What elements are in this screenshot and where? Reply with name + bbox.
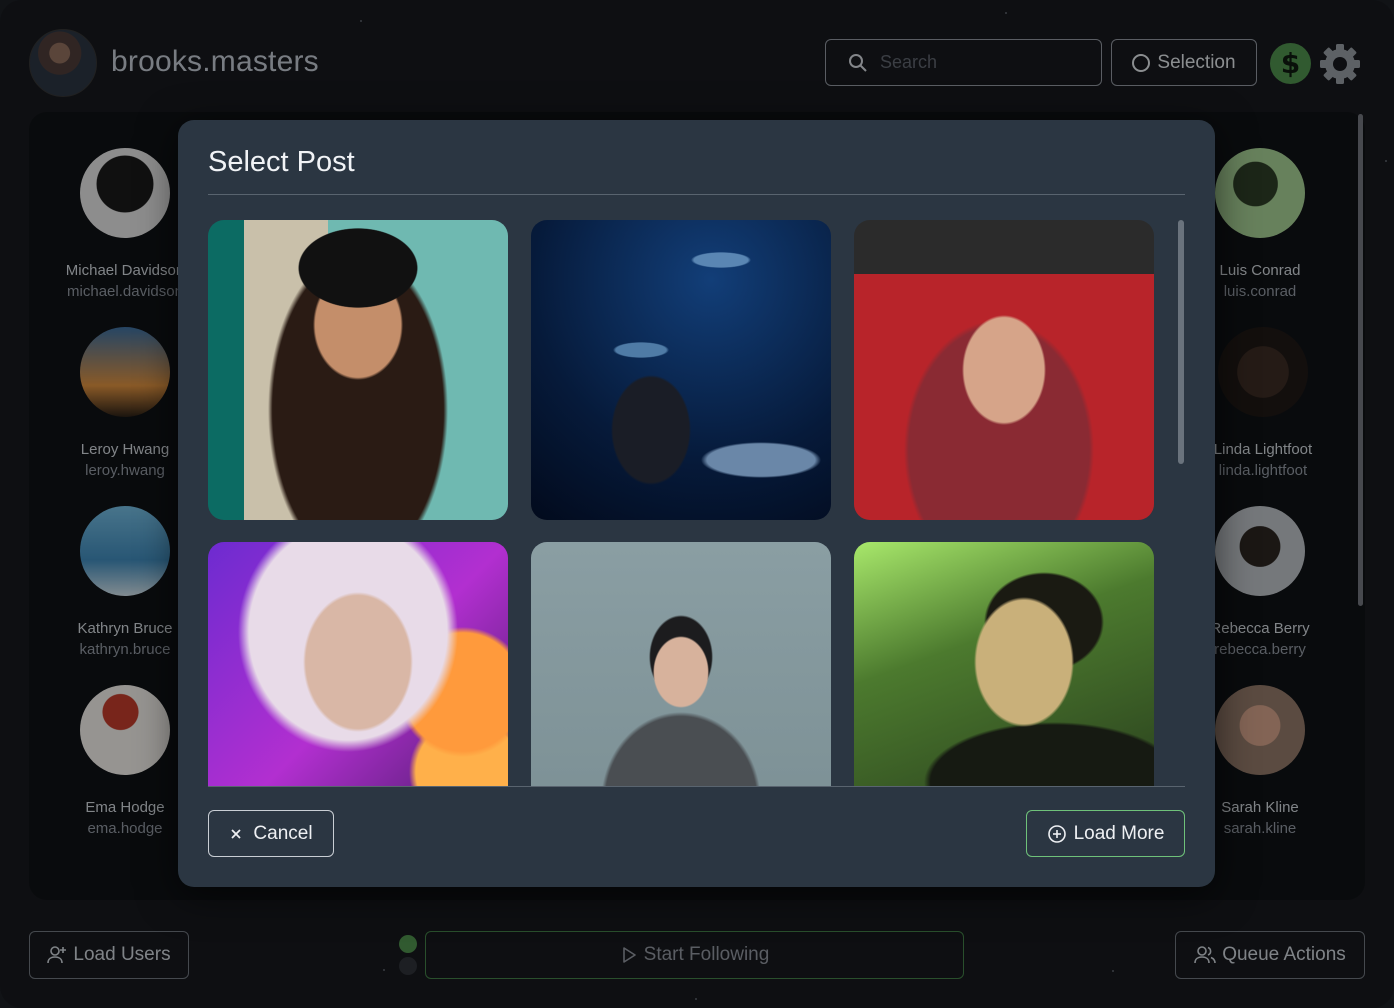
modal-title: Select Post <box>208 146 355 178</box>
modal-scrollbar[interactable] <box>1178 220 1184 464</box>
post-thumbnail[interactable] <box>531 220 831 520</box>
cancel-label: Cancel <box>253 822 313 844</box>
close-icon <box>231 828 242 839</box>
divider <box>208 194 1185 195</box>
load-more-button[interactable]: Load More <box>1026 810 1185 857</box>
cancel-button[interactable]: Cancel <box>208 810 334 857</box>
divider <box>208 786 1185 787</box>
load-more-label: Load More <box>1073 822 1165 844</box>
post-thumbnail[interactable] <box>531 542 831 786</box>
post-grid <box>208 220 1168 786</box>
select-post-modal: Select Post Cancel Load More <box>178 120 1215 887</box>
post-thumbnail[interactable] <box>854 542 1154 786</box>
post-thumbnail[interactable] <box>854 220 1154 520</box>
post-thumbnail[interactable] <box>208 220 508 520</box>
app-window: brooks.masters Selection $ Michael Da <box>0 0 1394 1008</box>
plus-circle-icon <box>1047 824 1066 843</box>
post-thumbnail[interactable] <box>208 542 508 786</box>
